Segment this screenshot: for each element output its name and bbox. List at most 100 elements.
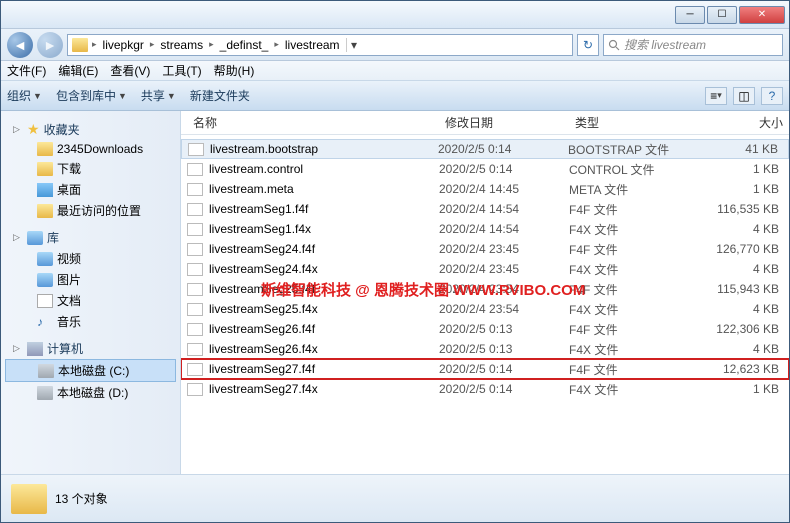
search-icon: [608, 39, 620, 51]
menu-tools[interactable]: 工具(T): [162, 62, 201, 79]
organize-button[interactable]: 组织▼: [7, 87, 42, 104]
file-icon: [187, 323, 203, 336]
file-row[interactable]: livestream.meta2020/2/4 14:45META 文件1 KB: [181, 179, 789, 199]
new-folder-button[interactable]: 新建文件夹: [190, 87, 250, 104]
sidebar-item[interactable]: 文档: [5, 290, 176, 311]
file-row[interactable]: livestream.control2020/2/5 0:14CONTROL 文…: [181, 159, 789, 179]
menu-view[interactable]: 查看(V): [110, 62, 150, 79]
file-row[interactable]: livestreamSeg1.f4x2020/2/4 14:54F4X 文件4 …: [181, 219, 789, 239]
preview-pane-button[interactable]: ◫: [733, 87, 755, 105]
minimize-button[interactable]: ─: [675, 6, 705, 24]
computer-group[interactable]: ▷计算机: [5, 338, 176, 359]
command-bar: 组织▼ 包含到库中▼ 共享▼ 新建文件夹 ≡▾ ◫ ?: [1, 81, 789, 111]
file-row[interactable]: livestreamSeg1.f4f2020/2/4 14:54F4F 文件11…: [181, 199, 789, 219]
file-size: 115,943 KB: [699, 282, 789, 296]
chevron-icon[interactable]: ▸: [92, 39, 97, 50]
address-bar[interactable]: ▸ livepkgr ▸ streams ▸ _definst_ ▸ lives…: [67, 34, 573, 56]
titlebar[interactable]: ─ ☐ ✕: [1, 1, 789, 29]
chevron-icon[interactable]: ▸: [274, 39, 279, 50]
file-size: 12,623 KB: [699, 362, 789, 376]
nav-sidebar[interactable]: ▷★收藏夹 2345Downloads 下载 桌面 最近访问的位置 ▷库 视频 …: [1, 111, 181, 474]
view-options-button[interactable]: ≡▾: [705, 87, 727, 105]
menu-help[interactable]: 帮助(H): [214, 62, 255, 79]
statusbar: 13 个对象: [1, 474, 789, 522]
file-size: 1 KB: [699, 382, 789, 396]
col-date[interactable]: 修改日期: [439, 114, 569, 131]
documents-icon: [37, 294, 53, 308]
file-date: 2020/2/4 23:54: [439, 282, 569, 296]
col-size[interactable]: 大小: [699, 114, 789, 131]
libraries-group[interactable]: ▷库: [5, 227, 176, 248]
sidebar-item[interactable]: 桌面: [5, 179, 176, 200]
forward-button[interactable]: ►: [37, 32, 63, 58]
file-type: F4F 文件: [569, 241, 699, 258]
chevron-icon[interactable]: ▸: [209, 39, 214, 50]
file-row[interactable]: livestreamSeg26.f4x2020/2/5 0:13F4X 文件4 …: [181, 339, 789, 359]
desktop-icon: [37, 183, 53, 197]
menu-file[interactable]: 文件(F): [7, 62, 46, 79]
file-date: 2020/2/5 0:14: [439, 162, 569, 176]
file-type: BOOTSTRAP 文件: [568, 141, 698, 158]
recent-icon: [37, 204, 53, 218]
chevron-icon[interactable]: ▸: [150, 39, 155, 50]
file-name: livestreamSeg24.f4f: [209, 242, 439, 256]
file-date: 2020/2/4 14:54: [439, 222, 569, 236]
back-button[interactable]: ◄: [7, 32, 33, 58]
file-list[interactable]: livestream.bootstrap2020/2/5 0:14BOOTSTR…: [181, 135, 789, 474]
sidebar-item[interactable]: 本地磁盘 (C:): [5, 359, 176, 382]
file-row[interactable]: livestreamSeg26.f4f2020/2/5 0:13F4F 文件12…: [181, 319, 789, 339]
col-name[interactable]: 名称: [187, 114, 439, 131]
file-date: 2020/2/4 23:45: [439, 262, 569, 276]
disk-icon: [37, 386, 53, 400]
menu-edit[interactable]: 编辑(E): [58, 62, 98, 79]
include-library-button[interactable]: 包含到库中▼: [56, 87, 127, 104]
sidebar-item[interactable]: 视频: [5, 248, 176, 269]
sidebar-item[interactable]: 最近访问的位置: [5, 200, 176, 221]
file-icon: [187, 383, 203, 396]
file-row[interactable]: livestreamSeg27.f4x2020/2/5 0:14F4X 文件1 …: [181, 379, 789, 399]
file-size: 1 KB: [699, 162, 789, 176]
folder-icon: [37, 142, 53, 156]
disk-icon: [38, 364, 54, 378]
help-button[interactable]: ?: [761, 87, 783, 105]
sidebar-item[interactable]: 图片: [5, 269, 176, 290]
file-date: 2020/2/5 0:14: [439, 382, 569, 396]
maximize-button[interactable]: ☐: [707, 6, 737, 24]
folder-icon: [11, 484, 47, 514]
folder-icon: [37, 162, 53, 176]
file-row[interactable]: livestreamSeg24.f4f2020/2/4 23:45F4F 文件1…: [181, 239, 789, 259]
file-icon: [187, 223, 203, 236]
file-type: F4F 文件: [569, 321, 699, 338]
file-name: livestreamSeg25.f4f: [209, 282, 439, 296]
file-date: 2020/2/4 14:54: [439, 202, 569, 216]
address-dropdown[interactable]: ▾: [346, 38, 362, 52]
sidebar-item[interactable]: ♪音乐: [5, 311, 176, 332]
computer-icon: [27, 342, 43, 356]
file-type: F4F 文件: [569, 281, 699, 298]
breadcrumb-segment[interactable]: livepkgr: [101, 38, 146, 52]
file-name: livestreamSeg24.f4x: [209, 262, 439, 276]
breadcrumb-segment[interactable]: _definst_: [218, 38, 271, 52]
breadcrumb-segment[interactable]: livestream: [283, 38, 342, 52]
close-button[interactable]: ✕: [739, 6, 785, 24]
refresh-button[interactable]: ↻: [577, 34, 599, 56]
file-size: 4 KB: [699, 222, 789, 236]
file-row[interactable]: livestreamSeg25.f4f2020/2/4 23:54F4F 文件1…: [181, 279, 789, 299]
file-icon: [187, 263, 203, 276]
file-size: 1 KB: [699, 182, 789, 196]
sidebar-item[interactable]: 2345Downloads: [5, 140, 176, 158]
col-type[interactable]: 类型: [569, 114, 699, 131]
file-size: 4 KB: [699, 302, 789, 316]
file-size: 41 KB: [698, 142, 788, 156]
favorites-group[interactable]: ▷★收藏夹: [5, 119, 176, 140]
file-date: 2020/2/5 0:13: [439, 342, 569, 356]
file-row[interactable]: livestreamSeg24.f4x2020/2/4 23:45F4X 文件4…: [181, 259, 789, 279]
file-row[interactable]: livestreamSeg25.f4x2020/2/4 23:54F4X 文件4…: [181, 299, 789, 319]
search-input[interactable]: 搜索 livestream: [603, 34, 783, 56]
sidebar-item[interactable]: 下载: [5, 158, 176, 179]
share-button[interactable]: 共享▼: [141, 87, 176, 104]
sidebar-item[interactable]: 本地磁盘 (D:): [5, 382, 176, 403]
file-row[interactable]: livestreamSeg27.f4f2020/2/5 0:14F4F 文件12…: [181, 359, 789, 379]
file-row[interactable]: livestream.bootstrap2020/2/5 0:14BOOTSTR…: [181, 139, 789, 159]
breadcrumb-segment[interactable]: streams: [158, 38, 205, 52]
